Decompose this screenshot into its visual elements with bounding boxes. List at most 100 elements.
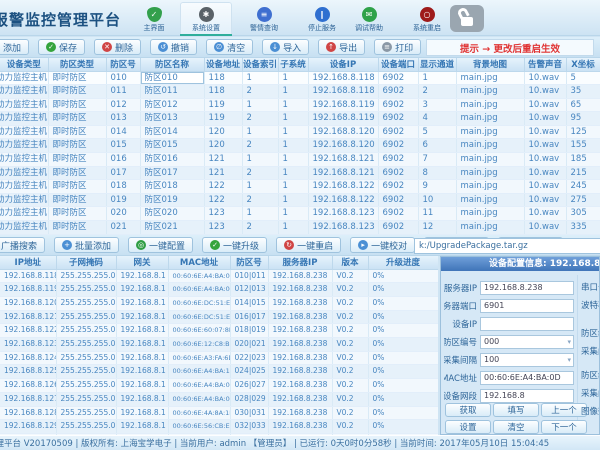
- col-device-ip[interactable]: 设备IP: [308, 58, 378, 71]
- cell-ip: 192.168.8.120: [0, 296, 56, 310]
- one-key-upgrade-icon: ✓: [210, 240, 220, 250]
- one-key-config-button[interactable]: ◎一键配置: [128, 237, 193, 253]
- table-row[interactable]: 动力监控主机即时防区012防区01211911192.168.8.1196902…: [0, 98, 600, 112]
- nav-item-debug-help[interactable]: ✉调试帮助: [343, 2, 395, 35]
- col-zone-no[interactable]: 防区号: [106, 58, 140, 71]
- one-key-restart-button[interactable]: ↻一键重启: [276, 237, 341, 253]
- table-row[interactable]: 192.168.8.122255.255.255.0192.168.8.100:…: [0, 324, 438, 338]
- col-upgrade-progress[interactable]: 升级进度: [368, 256, 438, 269]
- table-row[interactable]: 192.168.8.127255.255.255.0192.168.8.100:…: [0, 392, 438, 406]
- col-version[interactable]: 版本: [332, 256, 368, 269]
- cell-version: V0.2: [332, 420, 368, 434]
- one-key-calibrate-button[interactable]: ▸一键校对: [350, 237, 415, 253]
- table-row[interactable]: 192.168.8.125255.255.255.0192.168.8.100:…: [0, 365, 438, 379]
- broadcast-search-button[interactable]: ○广播搜索: [0, 237, 45, 253]
- table-row[interactable]: 192.168.8.120255.255.255.0192.168.8.100:…: [0, 296, 438, 310]
- table-row[interactable]: 动力监控主机即时防区015防区01512021192.168.8.1206902…: [0, 139, 600, 153]
- field-mac[interactable]: 00:60:6E:A4:BA:0D: [480, 371, 574, 385]
- nav-item-main[interactable]: ✓主界面: [128, 2, 180, 35]
- dropdown-arrow-icon[interactable]: ▾: [567, 356, 571, 364]
- lock-icon[interactable]: [450, 5, 484, 32]
- col-zone-name[interactable]: 防区名称: [140, 58, 204, 71]
- col-device-index[interactable]: 设备索引: [242, 58, 278, 71]
- next-button[interactable]: 下一个: [541, 420, 587, 434]
- col-device-addr[interactable]: 设备地址: [204, 58, 242, 71]
- table-row[interactable]: 192.168.8.119255.255.255.0192.168.8.100:…: [0, 283, 438, 297]
- table-row[interactable]: 192.168.8.126255.255.255.0192.168.8.100:…: [0, 379, 438, 393]
- col-device-port[interactable]: 设备端口: [378, 58, 418, 71]
- upgrade-file-input[interactable]: [414, 238, 600, 254]
- table-row[interactable]: 动力监控主机即时防区021防区02112321192.168.8.1236902…: [0, 221, 600, 235]
- cell-zone-no: 014|015: [230, 296, 268, 310]
- table-row[interactable]: 192.168.8.121255.255.255.0192.168.8.100:…: [0, 310, 438, 324]
- col-bg-map[interactable]: 背景地图: [456, 58, 524, 71]
- col-mac[interactable]: MAC地址: [168, 256, 230, 269]
- clear-button[interactable]: ∅清空: [206, 39, 253, 55]
- nav-item-label: 系统设置: [180, 23, 232, 33]
- col-device-type[interactable]: 设备类型: [0, 58, 48, 71]
- field-server-port[interactable]: 6901: [480, 299, 574, 313]
- nav-item-restart[interactable]: ○系统重启: [401, 2, 453, 35]
- undo-button[interactable]: ↺撤销: [150, 39, 197, 55]
- field-server-ip[interactable]: 192.168.8.238: [480, 281, 574, 295]
- field-network-segment[interactable]: 192.168.8: [480, 389, 574, 403]
- cell-bg-map: main.jpg: [456, 193, 524, 207]
- col-x-coord[interactable]: X坐标: [566, 58, 600, 71]
- field-device-ip[interactable]: [480, 317, 574, 331]
- col-mask[interactable]: 子网掩码: [56, 256, 116, 269]
- cell-device-port: 6902: [378, 221, 418, 235]
- cell-server-ip: 192.168.8.238: [268, 392, 332, 406]
- table-row[interactable]: 动力监控主机即时防区016防区01612111192.168.8.1216902…: [0, 153, 600, 167]
- button-label: 一键校对: [371, 239, 407, 252]
- cell-upgrade-progress: 0%: [368, 283, 438, 297]
- table-row[interactable]: 动力监控主机即时防区011防区01111821192.168.8.1186902…: [0, 85, 600, 99]
- table-row[interactable]: 192.168.8.123255.255.255.0192.168.8.100:…: [0, 338, 438, 352]
- export-button[interactable]: ↑导出: [318, 39, 365, 55]
- cell-zone-no: 012: [106, 98, 140, 112]
- save-button[interactable]: ✓保存: [38, 39, 85, 55]
- delete-button[interactable]: ✕删除: [94, 39, 141, 55]
- fill-button[interactable]: 填写: [493, 403, 539, 417]
- table-row[interactable]: 动力监控主机即时防区014防区01412011192.168.8.1206902…: [0, 125, 600, 139]
- batch-add-button[interactable]: +批量添加: [54, 237, 119, 253]
- nav-item-label: 调试帮助: [343, 23, 395, 33]
- dropdown-arrow-icon[interactable]: ▾: [567, 338, 571, 346]
- add-button[interactable]: +添加: [0, 39, 29, 55]
- col-zone-type[interactable]: 防区类型: [48, 58, 106, 71]
- col-server-ip[interactable]: 服务器IP: [268, 256, 332, 269]
- table-row[interactable]: 动力监控主机即时防区019防区01912221192.168.8.1226902…: [0, 193, 600, 207]
- table-row[interactable]: 动力监控主机即时防区018防区01812211192.168.8.1226902…: [0, 180, 600, 194]
- cell-device-type: 动力监控主机: [0, 221, 48, 235]
- col-zone-no[interactable]: 防区号: [230, 256, 268, 269]
- cell-zone-type: 即时防区: [48, 71, 106, 85]
- clear-field-button[interactable]: 清空: [493, 420, 539, 434]
- table-row[interactable]: 192.168.8.124255.255.255.0192.168.8.100:…: [0, 351, 438, 365]
- get-button[interactable]: 获取: [445, 403, 491, 417]
- col-ip[interactable]: IP地址: [0, 256, 56, 269]
- col-subsystem[interactable]: 子系统: [278, 58, 308, 71]
- nav-item-query[interactable]: ≡警情查询: [238, 2, 290, 35]
- one-key-upgrade-button[interactable]: ✓一键升级: [202, 237, 267, 253]
- field-zone-code[interactable]: 000▾: [480, 335, 574, 349]
- cell-device-type: 动力监控主机: [0, 98, 48, 112]
- col-gateway[interactable]: 网关: [116, 256, 168, 269]
- cell-bg-map: main.jpg: [456, 125, 524, 139]
- cell-version: V0.2: [332, 310, 368, 324]
- table-row[interactable]: 192.168.8.129255.255.255.0192.168.8.100:…: [0, 420, 438, 434]
- table-row[interactable]: 动力监控主机即时防区013防区01311921192.168.8.1196902…: [0, 112, 600, 126]
- nav-item-stop-service[interactable]: ∥停止服务: [296, 2, 348, 35]
- table-row[interactable]: 192.168.8.118255.255.255.0192.168.8.100:…: [0, 269, 438, 283]
- cell-zone-name: 防区021: [140, 221, 204, 235]
- field-collect-interval[interactable]: 100▾: [480, 353, 574, 367]
- print-button[interactable]: ≡打印: [374, 39, 421, 55]
- table-row[interactable]: 动力监控主机即时防区020防区02012311192.168.8.1236902…: [0, 207, 600, 221]
- table-row[interactable]: 192.168.8.128255.255.255.0192.168.8.100:…: [0, 406, 438, 420]
- col-alarm-sound[interactable]: 告警声音: [524, 58, 566, 71]
- table-row[interactable]: 动力监控主机即时防区017防区01712121192.168.8.1216902…: [0, 166, 600, 180]
- set-button[interactable]: 设置: [445, 420, 491, 434]
- table-row[interactable]: 动力监控主机▾即时防区010防区01011811192.168.8.118690…: [0, 71, 600, 85]
- col-display-channel[interactable]: 显示通道: [418, 58, 456, 71]
- cell-subsystem: 1: [278, 125, 308, 139]
- import-button[interactable]: ↓导入: [262, 39, 309, 55]
- nav-item-settings[interactable]: ✱系统设置: [180, 2, 232, 35]
